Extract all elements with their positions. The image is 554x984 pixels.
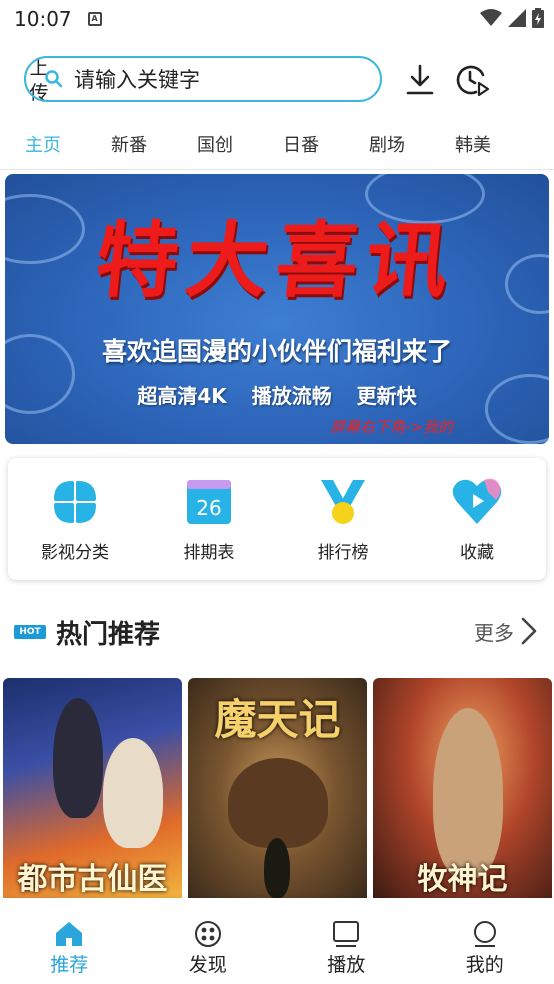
poster-card[interactable]: 都市古仙医 xyxy=(3,678,182,900)
search-icon xyxy=(44,69,64,89)
user-icon xyxy=(470,920,500,948)
nav-mine[interactable]: 我的 xyxy=(416,898,554,984)
poster-figure xyxy=(433,708,503,878)
tab-home[interactable]: 主页 xyxy=(0,126,86,169)
calendar-icon: 26 xyxy=(183,476,235,528)
medal-icon xyxy=(317,476,369,528)
quick-link-label: 收藏 xyxy=(460,543,494,563)
quick-link-label: 影视分类 xyxy=(41,543,109,563)
category-tabs: 主页 新番 国创 日番 剧场 韩美 xyxy=(0,126,554,170)
banner-note: 屏幕右下角->我的 xyxy=(330,418,453,436)
status-bar: 10:07 A xyxy=(0,0,554,38)
poster-title: 都市古仙医 xyxy=(17,862,168,897)
poster-card[interactable]: 魔天记 xyxy=(188,678,367,900)
category-icon xyxy=(49,476,101,528)
more-button[interactable]: 更多 xyxy=(474,616,538,646)
history-play-icon xyxy=(456,65,489,97)
search-row: 请输入关键字 上传 xyxy=(24,56,540,104)
poster-title: 牧神记 xyxy=(417,862,508,897)
poster-figure xyxy=(103,738,163,848)
poster-title: 魔天记 xyxy=(214,695,341,744)
download-button[interactable] xyxy=(400,60,440,100)
quick-link-label: 排行榜 xyxy=(317,543,369,563)
hot-badge: HOT xyxy=(14,625,46,639)
nav-label: 推荐 xyxy=(50,954,89,976)
promo-banner[interactable]: 特大喜讯 喜欢追国漫的小伙伴们福利来了 超高清4K 播放流畅 更新快 屏幕右下角… xyxy=(5,174,549,444)
status-icons xyxy=(480,8,544,28)
nav-recommend[interactable]: 推荐 xyxy=(0,898,139,984)
chevron-right-icon xyxy=(521,617,537,645)
quick-link-label: 排期表 xyxy=(183,543,235,563)
tab-new-anime[interactable]: 新番 xyxy=(86,126,172,169)
tab-theater[interactable]: 剧场 xyxy=(344,126,430,169)
heart-play-icon xyxy=(451,476,503,528)
tab-korean-western[interactable]: 韩美 xyxy=(430,126,516,169)
nav-label: 发现 xyxy=(188,954,227,976)
tab-chinese-anime[interactable]: 国创 xyxy=(172,126,258,169)
home-icon xyxy=(54,920,84,948)
search-placeholder: 请输入关键字 xyxy=(74,68,200,92)
poster-figure xyxy=(228,758,328,848)
download-icon xyxy=(406,64,434,95)
history-button[interactable] xyxy=(452,60,492,100)
wifi-icon xyxy=(480,9,502,26)
quick-link-category[interactable]: 影视分类 xyxy=(8,458,142,580)
hot-section-header: HOT 热门推荐 更多 xyxy=(14,612,544,652)
quick-link-ranking[interactable]: 排行榜 xyxy=(276,458,410,580)
banner-headline: 特大喜讯 xyxy=(91,213,462,309)
search-input[interactable]: 请输入关键字 xyxy=(24,56,382,102)
poster-card[interactable]: 牧神记 xyxy=(373,678,552,900)
bottom-nav: 推荐 发现 播放 我的 xyxy=(0,898,554,984)
quick-link-schedule[interactable]: 26 排期表 xyxy=(142,458,276,580)
tab-japanese-anime[interactable]: 日番 xyxy=(258,126,344,169)
film-reel-icon xyxy=(193,920,223,948)
nav-play[interactable]: 播放 xyxy=(277,898,416,984)
more-label: 更多 xyxy=(474,620,514,645)
nav-label: 我的 xyxy=(465,954,504,976)
poster-row: 都市古仙医 魔天记 牧神记 xyxy=(3,678,552,900)
poster-figure xyxy=(53,698,103,818)
notification-icon: A xyxy=(87,12,102,26)
calendar-badge: 26 xyxy=(196,496,221,520)
nav-label: 播放 xyxy=(327,954,366,976)
quick-link-favorites[interactable]: 收藏 xyxy=(410,458,544,580)
nav-discover[interactable]: 发现 xyxy=(139,898,278,984)
banner-features: 超高清4K 播放流畅 更新快 xyxy=(137,384,417,408)
poster-figure xyxy=(264,838,290,898)
screen-icon xyxy=(331,920,361,948)
quick-links-card: 影视分类 26 排期表 排行榜 收藏 xyxy=(8,458,546,580)
section-title: 热门推荐 xyxy=(56,619,161,650)
signal-icon xyxy=(508,9,526,27)
battery-icon xyxy=(532,8,544,28)
banner-subtitle: 喜欢追国漫的小伙伴们福利来了 xyxy=(101,337,452,366)
status-time: 10:07 xyxy=(14,7,72,31)
